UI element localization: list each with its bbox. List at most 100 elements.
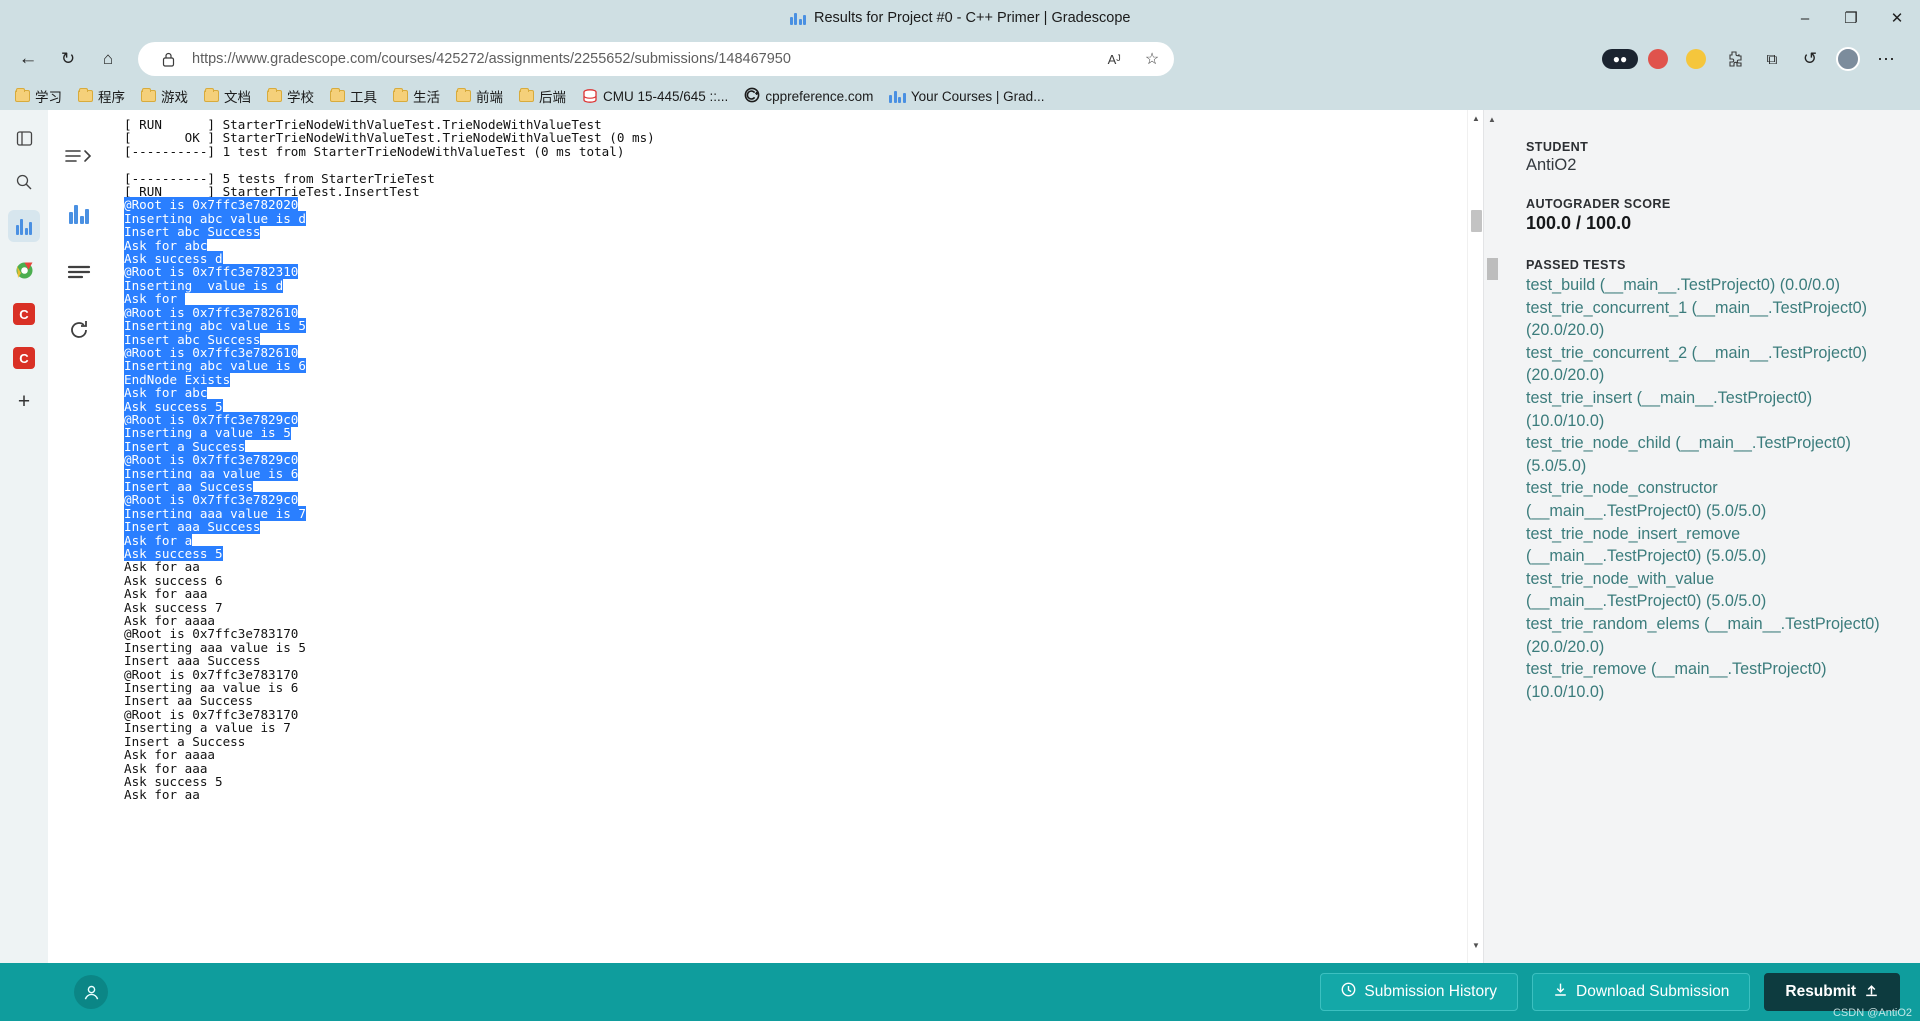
window-controls: – ❐ ✕ (1782, 0, 1920, 36)
results-scroll-thumb[interactable] (1487, 258, 1498, 280)
gradescope-bars-icon[interactable] (8, 210, 40, 242)
bookmark-label: 学校 (287, 86, 314, 106)
bookmark-qianduan[interactable]: 前端 (449, 83, 510, 109)
folder-icon (141, 90, 156, 102)
page-content: C C + (0, 110, 1920, 1021)
passed-tests-label: PASSED TESTS (1526, 258, 1884, 272)
autograder-score-label: AUTOGRADER SCORE (1526, 197, 1884, 211)
passed-test-item[interactable]: test_trie_node_child (__main__.TestProje… (1526, 432, 1884, 477)
close-button[interactable]: ✕ (1874, 0, 1920, 36)
extension-icon-3[interactable] (1678, 41, 1714, 77)
home-icon[interactable]: ⌂ (90, 41, 126, 77)
csdn-icon-1[interactable]: C (8, 298, 40, 330)
passed-test-item[interactable]: test_trie_node_insert_remove (__main__.T… (1526, 523, 1884, 568)
passed-test-item[interactable]: test_trie_concurrent_1 (__main__.TestPro… (1526, 297, 1884, 342)
passed-test-item[interactable]: test_trie_node_constructor (__main__.Tes… (1526, 477, 1884, 522)
csdn-icon-2[interactable]: C (8, 342, 40, 374)
add-tab-icon[interactable]: + (8, 386, 40, 418)
passed-test-item[interactable]: test_trie_node_with_value (__main__.Test… (1526, 568, 1884, 613)
passed-test-item[interactable]: test_trie_random_elems (__main__.TestPro… (1526, 613, 1884, 658)
scroll-down-arrow[interactable]: ▼ (1468, 937, 1483, 953)
passed-test-item[interactable]: test_trie_remove (__main__.TestProject0)… (1526, 658, 1884, 703)
results-scroll-up-arrow[interactable]: ▲ (1484, 110, 1500, 128)
submission-history-button[interactable]: Submission History (1320, 973, 1518, 1011)
bookmark-your-courses[interactable]: Your Courses | Grad... (882, 86, 1051, 107)
clock-icon (1341, 982, 1356, 1002)
bookmark-gongju[interactable]: 工具 (323, 83, 384, 109)
submission-action-bar: Submission History Download Submission R… (0, 963, 1920, 1021)
bookmark-xuexiao[interactable]: 学校 (260, 83, 321, 109)
maximize-button[interactable]: ❐ (1828, 0, 1874, 36)
search-tab-icon[interactable] (8, 166, 40, 198)
url-text: https://www.gradescope.com/courses/42527… (192, 51, 1090, 67)
student-label: STUDENT (1526, 140, 1884, 154)
console-scrollbar[interactable]: ▲ ▼ (1467, 110, 1483, 1021)
console-line: Insert aaa Success (124, 519, 260, 534)
browser-toolbar: ← ↻ ⌂ https://www.gradescope.com/courses… (0, 36, 1920, 82)
copilot-icon[interactable] (8, 122, 40, 154)
tab-title: Results for Project #0 - C++ Primer | Gr… (814, 10, 1130, 26)
bookmark-label: Your Courses | Grad... (911, 89, 1045, 104)
console-line: Ask for abc (124, 385, 207, 400)
extension-icon-2[interactable] (1640, 41, 1676, 77)
browser-window: Results for Project #0 - C++ Primer | Gr… (0, 0, 1920, 1021)
refresh-icon[interactable] (61, 314, 97, 346)
split-screen-icon[interactable]: ⧉ (1754, 41, 1790, 77)
results-scrollbar[interactable]: ▲ (1484, 110, 1500, 1021)
account-avatar-button[interactable] (74, 975, 108, 1009)
favorite-icon[interactable]: ☆ (1138, 45, 1166, 73)
back-icon[interactable]: ← (10, 41, 46, 77)
bookmark-label: 学习 (35, 86, 62, 106)
bookmark-cmu15445[interactable]: CMU 15-445/645 ::... (575, 86, 735, 107)
lock-icon (154, 45, 182, 73)
bookmark-label: CMU 15-445/645 ::... (603, 89, 728, 104)
passed-test-item[interactable]: test_trie_concurrent_2 (__main__.TestPro… (1526, 342, 1884, 387)
extension-icon-1[interactable]: ●● (1602, 41, 1638, 77)
download-submission-button[interactable]: Download Submission (1532, 973, 1750, 1011)
scroll-up-arrow[interactable]: ▲ (1468, 110, 1483, 126)
address-bar[interactable]: https://www.gradescope.com/courses/42527… (138, 42, 1174, 76)
upload-icon (1864, 982, 1879, 1002)
bars-icon (69, 204, 90, 224)
history-icon[interactable]: ↺ (1792, 41, 1828, 77)
gradescope-icon (790, 12, 807, 25)
passed-test-item[interactable]: test_trie_insert (__main__.TestProject0)… (1526, 387, 1884, 432)
minimize-button[interactable]: – (1782, 0, 1828, 36)
student-name: AntiO2 (1526, 156, 1884, 175)
download-icon (1553, 982, 1568, 1002)
bustub-icon (582, 89, 598, 103)
bookmark-label: cppreference.com (765, 89, 873, 104)
bookmark-cppreference[interactable]: cppreference.com (737, 84, 880, 109)
resubmit-label: Resubmit (1785, 983, 1856, 1001)
list-lines-icon[interactable] (61, 256, 97, 288)
download-submission-label: Download Submission (1576, 983, 1729, 1001)
folder-icon (78, 90, 93, 102)
main-content: [ RUN ] StarterTrieNodeWithValueTest.Tri… (110, 110, 1920, 1021)
extensions-puzzle-icon[interactable] (1716, 41, 1752, 77)
passed-tests-list: test_build (__main__.TestProject0) (0.0/… (1526, 274, 1884, 703)
passed-test-item[interactable]: test_build (__main__.TestProject0) (0.0/… (1526, 274, 1884, 297)
bookmark-xuexi[interactable]: 学习 (8, 83, 69, 109)
profile-avatar[interactable] (1830, 41, 1866, 77)
bookmark-youxi[interactable]: 游戏 (134, 83, 195, 109)
active-tab[interactable]: Results for Project #0 - C++ Primer | Gr… (0, 0, 1920, 36)
folder-icon (519, 90, 534, 102)
bookmark-label: 工具 (350, 86, 377, 106)
folder-icon (204, 90, 219, 102)
bookmark-shenghuo[interactable]: 生活 (386, 83, 447, 109)
bookmark-wendang[interactable]: 文档 (197, 83, 258, 109)
bookmark-chengxu[interactable]: 程序 (71, 83, 132, 109)
scroll-thumb[interactable] (1471, 210, 1482, 232)
console-line: [----------] 1 test from StarterTrieNode… (124, 144, 624, 159)
resubmit-button[interactable]: Resubmit (1764, 973, 1900, 1011)
autograder-output[interactable]: [ RUN ] StarterTrieNodeWithValueTest.Tri… (110, 110, 1483, 1021)
edge-sidebar: C C + (0, 110, 48, 1021)
bookmark-houduan[interactable]: 后端 (512, 83, 573, 109)
refresh-icon[interactable]: ↻ (50, 41, 86, 77)
chrome-icon[interactable] (8, 254, 40, 286)
submission-history-label: Submission History (1364, 983, 1497, 1001)
gradescope-bars-icon[interactable] (61, 198, 97, 230)
menu-chevron-icon[interactable] (61, 140, 97, 172)
settings-and-more-icon[interactable]: ⋯ (1868, 41, 1904, 77)
read-aloud-icon[interactable]: Aᴶ (1100, 45, 1128, 73)
